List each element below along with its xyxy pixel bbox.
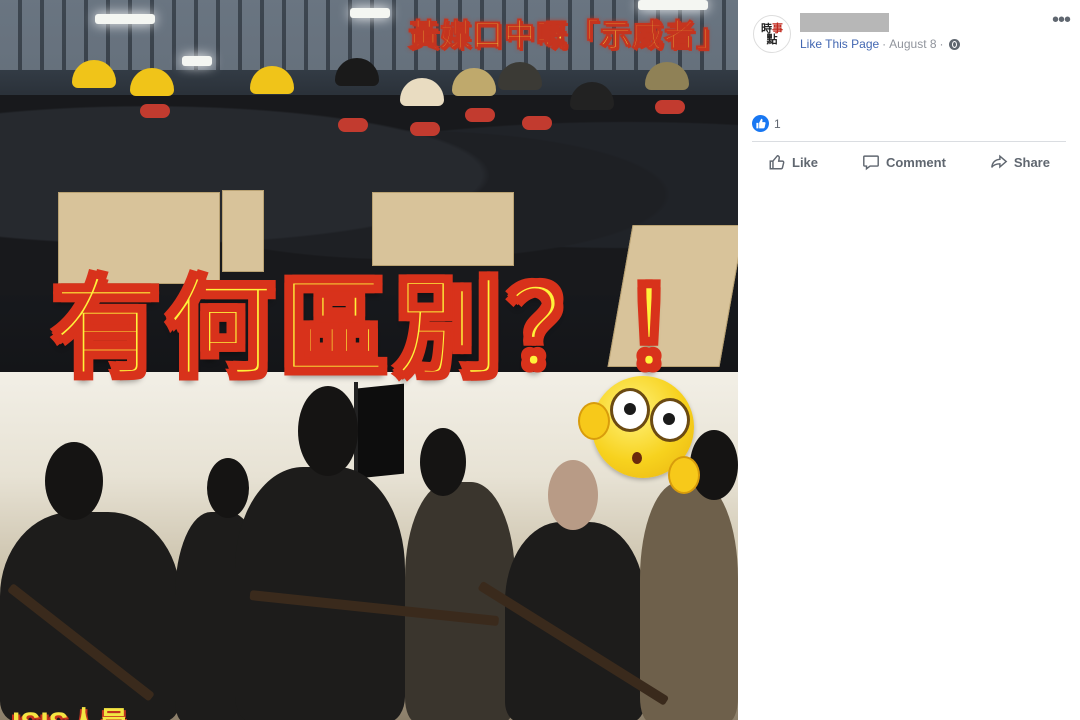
militant-figure	[640, 482, 738, 720]
comment-label: Comment	[885, 154, 946, 170]
yellow-helmet	[130, 68, 174, 96]
yellow-helmet	[250, 66, 294, 94]
ceiling-light	[350, 8, 390, 18]
militant-figure	[0, 512, 180, 720]
comment-button[interactable]: Comment	[846, 146, 962, 178]
militant-head	[45, 442, 103, 520]
share-icon	[990, 154, 1008, 169]
comment-icon	[863, 155, 879, 171]
gas-mask	[522, 116, 552, 130]
more-icon[interactable]: •••	[1052, 10, 1071, 30]
meta-separator: ·	[882, 37, 887, 51]
post-sidebar: 時事 點 Like This Page · August 8 · ••• 1 L…	[738, 0, 1080, 720]
emoji-mouth	[632, 452, 642, 464]
gas-mask	[655, 100, 685, 114]
black-helmet	[570, 82, 614, 110]
meta-separator: ·	[939, 37, 944, 51]
gas-mask	[410, 122, 440, 136]
share-button[interactable]: Share	[974, 146, 1066, 178]
action-bar: Like Comment Share	[752, 146, 1066, 178]
ceiling-light	[182, 56, 212, 66]
post-date[interactable]: August 8	[889, 37, 936, 51]
reaction-count: 1	[774, 116, 781, 131]
gas-mask	[338, 118, 368, 132]
gas-mask	[465, 108, 495, 122]
logo-char: 點	[766, 33, 778, 46]
tan-helmet	[452, 68, 496, 96]
militant-figure	[505, 522, 645, 720]
thumbs-up-glyph	[756, 118, 766, 129]
thumbs-up-icon	[752, 115, 769, 132]
like-button[interactable]: Like	[752, 146, 834, 178]
ceiling-light	[95, 14, 155, 24]
white-helmet	[400, 78, 444, 106]
surprised-emoji-icon	[578, 376, 700, 494]
image-headline: 有何區別？！	[50, 267, 737, 391]
page-name-redacted[interactable]	[800, 13, 889, 32]
emoji-hand	[578, 402, 610, 440]
image-caption-bottom: ISIS人員	[12, 698, 129, 720]
thumbs-up-outline-icon	[769, 154, 785, 170]
militant-head	[207, 458, 249, 518]
like-label: Like	[792, 154, 819, 170]
militant-head	[298, 386, 358, 476]
militant-head	[420, 428, 466, 496]
ceiling-light	[638, 0, 708, 10]
emoji-hand	[668, 456, 700, 494]
like-this-page-link[interactable]: Like This Page	[800, 37, 879, 51]
militant-head	[548, 460, 598, 530]
gas-mask	[140, 104, 170, 118]
image-caption-top: 黃媒口中嘅「示威者」	[408, 18, 728, 54]
post-image[interactable]: 黃媒口中嘅「示威者」 有何區別？！ ISIS人員	[0, 0, 738, 720]
emoji-eye	[610, 388, 650, 432]
reaction-summary[interactable]: 1	[752, 115, 781, 132]
page-avatar[interactable]: 時事 點	[753, 15, 791, 53]
globe-icon	[948, 38, 960, 50]
emoji-eye	[650, 398, 690, 442]
page-logo: 時事 點	[761, 23, 783, 45]
divider	[752, 141, 1066, 142]
emoji-pupil	[624, 403, 636, 415]
post-meta: Like This Page · August 8 ·	[800, 37, 960, 51]
share-label: Share	[1013, 154, 1050, 170]
emoji-pupil	[663, 413, 675, 425]
